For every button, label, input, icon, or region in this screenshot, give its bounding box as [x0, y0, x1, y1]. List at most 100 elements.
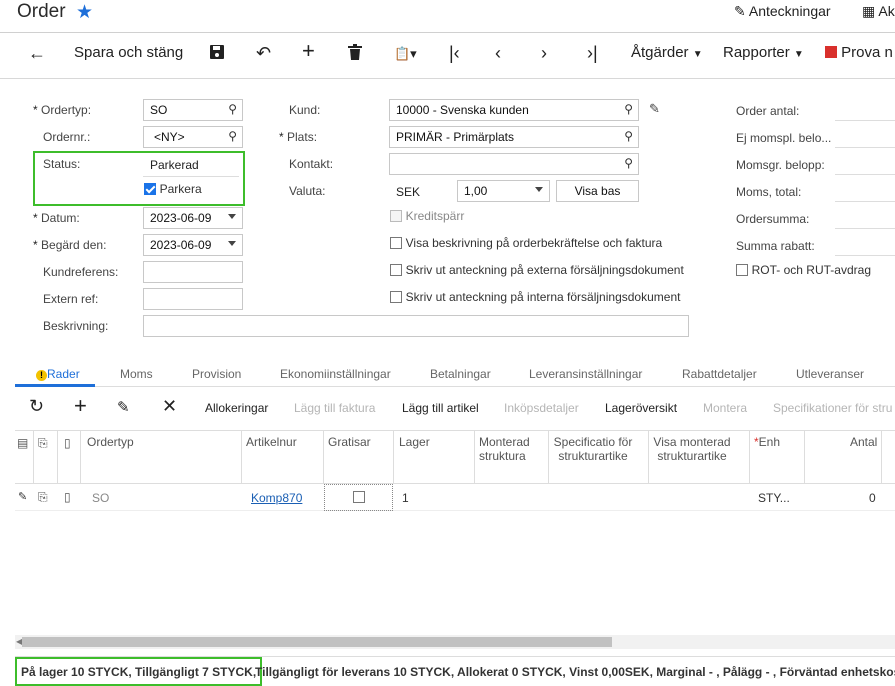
row-item-link[interactable]: Komp870	[251, 491, 302, 505]
tab-leverans[interactable]: Leveransinställningar	[529, 367, 642, 381]
column-free[interactable]: Gratisar	[328, 435, 371, 449]
total-label: Moms, total:	[736, 185, 802, 199]
print-external-checkbox-box[interactable]	[390, 264, 402, 276]
column-warehouse[interactable]: Lager	[399, 435, 430, 449]
search-icon[interactable]: ⚲	[624, 129, 633, 143]
undo-icon[interactable]: ↶	[256, 41, 271, 65]
try-button[interactable]: Prova n	[825, 44, 893, 61]
ordertype-field[interactable]: SO ⚲	[143, 99, 243, 121]
rot-rut-checkbox-box[interactable]	[736, 264, 748, 276]
allocations-button[interactable]: Allokeringar	[205, 401, 268, 415]
date-field[interactable]: 2023-06-09	[143, 207, 243, 229]
column-divider	[548, 430, 549, 484]
column-divider	[323, 430, 324, 484]
show-description-checkbox[interactable]: Visa beskrivning på orderbekräftelse och…	[390, 236, 662, 252]
add-invoice-button[interactable]: Lägg till faktura	[294, 401, 375, 415]
ordernr-field[interactable]: <NY> ⚲	[143, 126, 243, 148]
delete-row-icon[interactable]: ✕	[162, 396, 177, 417]
contact-field[interactable]: ⚲	[389, 153, 639, 175]
customer-ref-field[interactable]	[143, 261, 243, 283]
total-label: Ej momspl. belo...	[736, 131, 832, 145]
assemble-button[interactable]: Montera	[703, 401, 747, 415]
column-divider	[749, 430, 750, 484]
print-internal-checkbox[interactable]: Skriv ut anteckning på interna försäljni…	[390, 290, 680, 306]
copy-paste-icon[interactable]: 📋▾	[394, 42, 417, 66]
tab-provision[interactable]: Provision	[192, 367, 241, 381]
column-show-assembled[interactable]: Visa monterad strukturartike	[652, 435, 732, 463]
customer-field[interactable]: 10000 - Svenska kunden ⚲	[389, 99, 639, 121]
search-icon[interactable]: ⚲	[228, 129, 237, 143]
refresh-icon[interactable]: ↻	[29, 396, 44, 417]
tab-moms[interactable]: Moms	[120, 367, 153, 381]
reports-menu[interactable]: Rapporter ▼	[723, 44, 804, 61]
document-column-icon: ▯	[64, 436, 71, 450]
first-record-icon[interactable]: |‹	[449, 41, 460, 65]
column-uom[interactable]: *Enh	[754, 435, 780, 449]
delete-icon[interactable]	[348, 42, 362, 66]
view-base-button[interactable]: Visa bas	[556, 180, 639, 202]
tab-utleveranser[interactable]: Utleveranser	[796, 367, 864, 381]
edit-row-pencil-icon[interactable]: ✎	[18, 490, 27, 503]
add-item-button[interactable]: Lägg till artikel	[402, 401, 479, 415]
print-internal-checkbox-box[interactable]	[390, 291, 402, 303]
search-icon[interactable]: ⚲	[624, 156, 633, 170]
add-icon[interactable]: +	[302, 39, 315, 63]
description-label: Beskrivning:	[43, 319, 109, 333]
requested-on-field[interactable]: 2023-06-09	[143, 234, 243, 256]
edit-row-icon[interactable]: ✎	[117, 398, 130, 416]
column-divider	[33, 430, 34, 484]
save-close-button[interactable]: Spara och stäng	[74, 44, 183, 61]
hold-checkbox-box[interactable]	[144, 183, 156, 195]
notes-label: Anteckningar	[748, 3, 831, 19]
actions-menu[interactable]: Åtgärder ▼	[631, 44, 703, 61]
specifications-button[interactable]: Specifikationer för stru	[773, 401, 892, 415]
last-record-icon[interactable]: ›|	[587, 41, 598, 65]
purchase-details-button[interactable]: Inköpsdetaljer	[504, 401, 579, 415]
column-divider	[241, 430, 242, 484]
date-label: * Datum:	[33, 211, 80, 225]
hold-checkbox[interactable]: Parkera	[144, 182, 202, 198]
column-item[interactable]: Artikelnur	[246, 435, 306, 449]
search-icon[interactable]: ⚲	[624, 102, 633, 116]
scrollbar-thumb[interactable]	[22, 637, 612, 647]
actions-label: Åtgärder	[631, 44, 689, 61]
attachment-icon[interactable]: ⎘	[38, 490, 48, 505]
credit-hold-checkbox[interactable]: Kreditspärr	[390, 209, 464, 225]
column-spec[interactable]: Specificatio för strukturartike	[553, 435, 633, 463]
chevron-down-icon[interactable]	[228, 241, 236, 246]
column-ordertype[interactable]: Ordertyp	[87, 435, 134, 449]
favorite-star-icon[interactable]: ★	[76, 1, 93, 24]
edit-pencil-icon[interactable]: ✎	[649, 101, 660, 117]
total-value-line	[835, 120, 895, 121]
rot-rut-checkbox[interactable]: ROT- och RUT-avdrag	[736, 263, 871, 279]
location-field[interactable]: PRIMÄR - Primärplats ⚲	[389, 126, 639, 148]
column-assembled[interactable]: Monterad struktura	[479, 435, 533, 463]
tab-rader[interactable]: ! Rader	[36, 367, 80, 381]
row-free-checkbox[interactable]	[353, 491, 365, 503]
currency-code: SEK	[396, 185, 421, 199]
credit-hold-checkbox-box[interactable]	[390, 210, 402, 222]
inventory-summary-button[interactable]: Lageröversikt	[605, 401, 677, 415]
chevron-down-icon[interactable]	[228, 214, 236, 219]
print-external-checkbox[interactable]: Skriv ut anteckning på externa försäljni…	[390, 263, 684, 279]
search-icon[interactable]: ⚲	[228, 102, 237, 116]
column-qty[interactable]: Antal	[850, 435, 877, 449]
tab-rabatt[interactable]: Rabattdetaljer	[682, 367, 757, 381]
tab-ekonomi[interactable]: Ekonomiinställningar	[280, 367, 391, 381]
next-record-icon[interactable]: ›	[541, 41, 547, 65]
save-icon[interactable]	[209, 42, 225, 66]
chevron-down-icon: ▼	[793, 49, 804, 60]
add-row-icon[interactable]: +	[74, 393, 87, 419]
back-arrow-icon[interactable]: ←	[28, 41, 46, 65]
document-icon[interactable]: ▯	[64, 490, 71, 504]
show-description-checkbox-box[interactable]	[390, 237, 402, 249]
chevron-down-icon[interactable]	[535, 187, 543, 192]
column-divider	[474, 430, 475, 484]
external-ref-field[interactable]	[143, 288, 243, 310]
notes-button[interactable]: ✎ Anteckningar	[734, 3, 831, 20]
activities-button[interactable]: ▦ Ak	[862, 3, 895, 20]
previous-record-icon[interactable]: ‹	[495, 41, 501, 65]
description-field[interactable]	[143, 315, 689, 337]
currency-rate-field[interactable]: 1,00	[457, 180, 550, 202]
tab-betalningar[interactable]: Betalningar	[430, 367, 491, 381]
